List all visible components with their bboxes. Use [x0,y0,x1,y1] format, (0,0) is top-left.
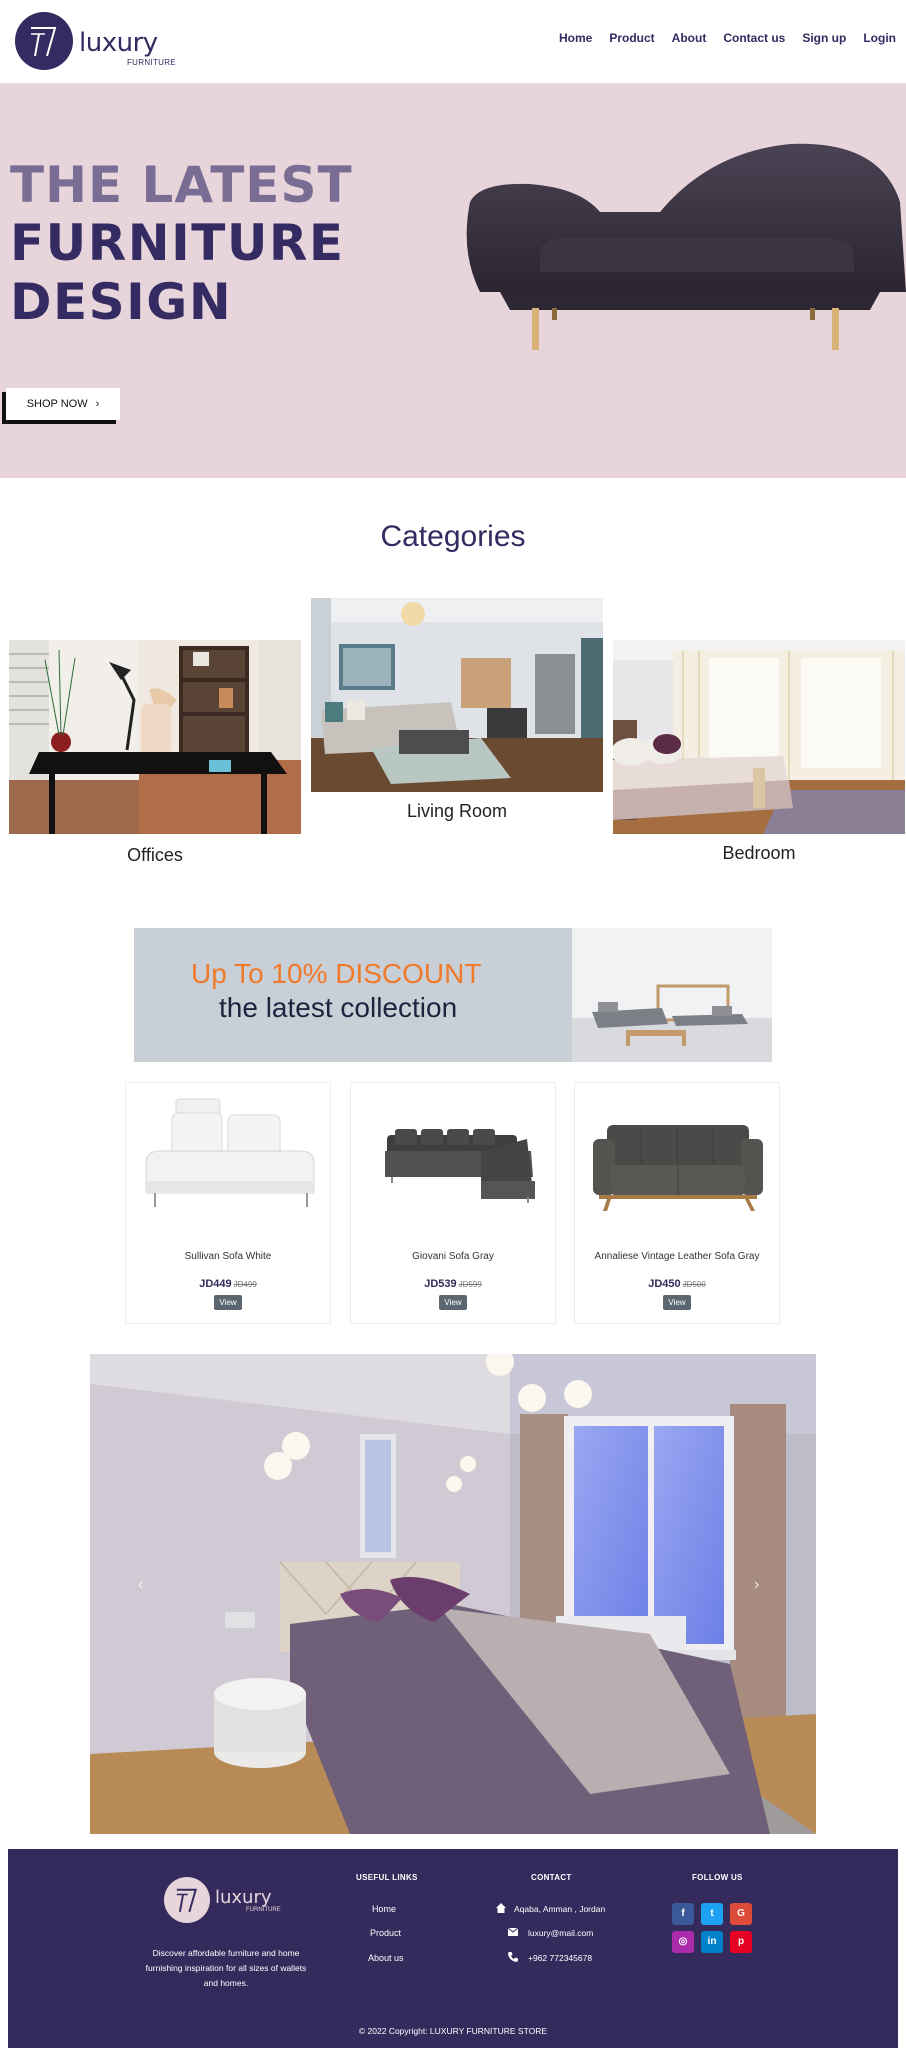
follow-us-title: FOLLOW US [692,1873,743,1882]
product-name: Sullivan Sofa White [184,1251,272,1262]
envelope-icon [508,1928,518,1936]
contact-title: CONTACT [531,1873,572,1882]
price-current: JD450 [648,1278,681,1290]
nav-product[interactable]: Product [609,31,654,45]
categories-title: Categories [380,520,526,553]
view-button[interactable]: View [663,1295,691,1310]
product-name: Annaliese Vintage Leather Sofa Gray [594,1251,760,1262]
footer-brand-subtitle: FURNITURE [246,1907,281,1913]
copyright: © 2022 Copyright: LUXURY FURNITURE STORE [358,2026,548,2036]
product-image [136,1089,322,1239]
chevron-right-icon: › [754,1576,760,1593]
footer: luxury FURNITURE Discover affordable fur… [8,1849,898,2048]
product-card[interactable]: Annaliese Vintage Leather Sofa Gray JD45… [574,1082,780,1324]
footer-link-home[interactable]: Home [372,1904,396,1914]
price-current: JD539 [424,1278,457,1290]
contact-address: Aqaba, Amman , Jordan [514,1904,606,1914]
product-price: JD449 JD499 [126,1278,330,1290]
shop-now-label: SHOP NOW [26,398,88,410]
nav-login[interactable]: Login [863,31,896,45]
category-bedroom-image[interactable] [613,640,905,834]
logo-mark [15,12,73,70]
hero-heading-line3: DESIGN [10,273,233,331]
discount-banner[interactable]: Up To 10% DISCOUNT the latest collection [134,928,772,1062]
brand-subtitle: FURNITURE [127,58,176,67]
linkedin-icon[interactable]: in [701,1931,723,1953]
footer-description: Discover affordable furniture and home f… [145,1948,307,1988]
product-card[interactable]: Sullivan Sofa White JD449 JD499 View [125,1082,331,1324]
discount-subline: the latest collection [219,992,458,1023]
price-current: JD449 [199,1278,232,1290]
brand-name: luxury [79,28,158,58]
hero-banner: THE LATEST FURNITURE DESIGN SHOP NOW › [0,84,906,478]
contact-email[interactable]: luxury@mail.com [528,1928,593,1938]
view-button[interactable]: View [214,1295,242,1310]
hero-sofa-image [466,143,906,350]
carousel-next-button[interactable]: › [754,1576,759,1594]
nav-contact[interactable]: Contact us [723,31,785,45]
category-offices-label[interactable]: Offices [9,845,301,866]
nav-signup[interactable]: Sign up [802,31,846,45]
footer-link-about[interactable]: About us [368,1953,404,1963]
instagram-icon[interactable]: ◎ [672,1931,694,1953]
chevron-right-icon: › [95,398,100,410]
product-price: JD450 JD500 [575,1278,779,1290]
category-bedroom-label[interactable]: Bedroom [613,843,905,864]
category-living-room-label[interactable]: Living Room [311,801,603,822]
phone-icon [508,1952,518,1962]
google-icon[interactable]: G [730,1903,752,1925]
discount-headline: Up To 10% DISCOUNT [191,958,482,989]
product-name: Giovani Sofa Gray [412,1251,494,1262]
category-living-room-image[interactable] [311,598,603,792]
nav-about[interactable]: About [672,31,707,45]
carousel-bedroom-image [90,1354,816,1834]
product-image [361,1089,547,1239]
price-old: JD500 [682,1280,706,1289]
product-card[interactable]: Giovani Sofa Gray JD539 JD599 View [350,1082,556,1324]
footer-brand-name: luxury [215,1887,272,1908]
image-carousel[interactable]: ‹ › [90,1354,816,1834]
chevron-left-icon: ‹ [138,1576,144,1593]
brand-logo[interactable]: luxury FURNITURE [15,12,176,72]
pinterest-icon[interactable]: p [730,1931,752,1953]
discount-image [572,928,772,1062]
hero-heading-line2: FURNITURE [10,214,345,272]
price-old: JD499 [233,1280,257,1289]
product-price: JD539 JD599 [351,1278,555,1290]
page: luxury FURNITURE Home Product About Cont… [0,0,906,2048]
contact-phone[interactable]: +962 772345678 [528,1953,592,1963]
shop-now-button[interactable]: SHOP NOW › [6,388,120,420]
navbar: luxury FURNITURE Home Product About Cont… [0,0,906,84]
product-image [585,1089,771,1239]
footer-link-product[interactable]: Product [370,1928,401,1938]
footer-logo-mark[interactable] [164,1877,210,1923]
nav-menu: Home Product About Contact us Sign up Lo… [542,31,896,45]
twitter-icon[interactable]: t [701,1903,723,1925]
view-button[interactable]: View [439,1295,467,1310]
carousel-prev-button[interactable]: ‹ [138,1576,143,1594]
facebook-icon[interactable]: f [672,1903,694,1925]
hero-heading-line1: THE LATEST [10,156,353,214]
category-offices-image[interactable] [9,640,301,834]
useful-links-title: USEFUL LINKS [356,1873,418,1882]
price-old: JD599 [458,1280,482,1289]
home-icon [496,1903,506,1913]
nav-home[interactable]: Home [559,31,592,45]
